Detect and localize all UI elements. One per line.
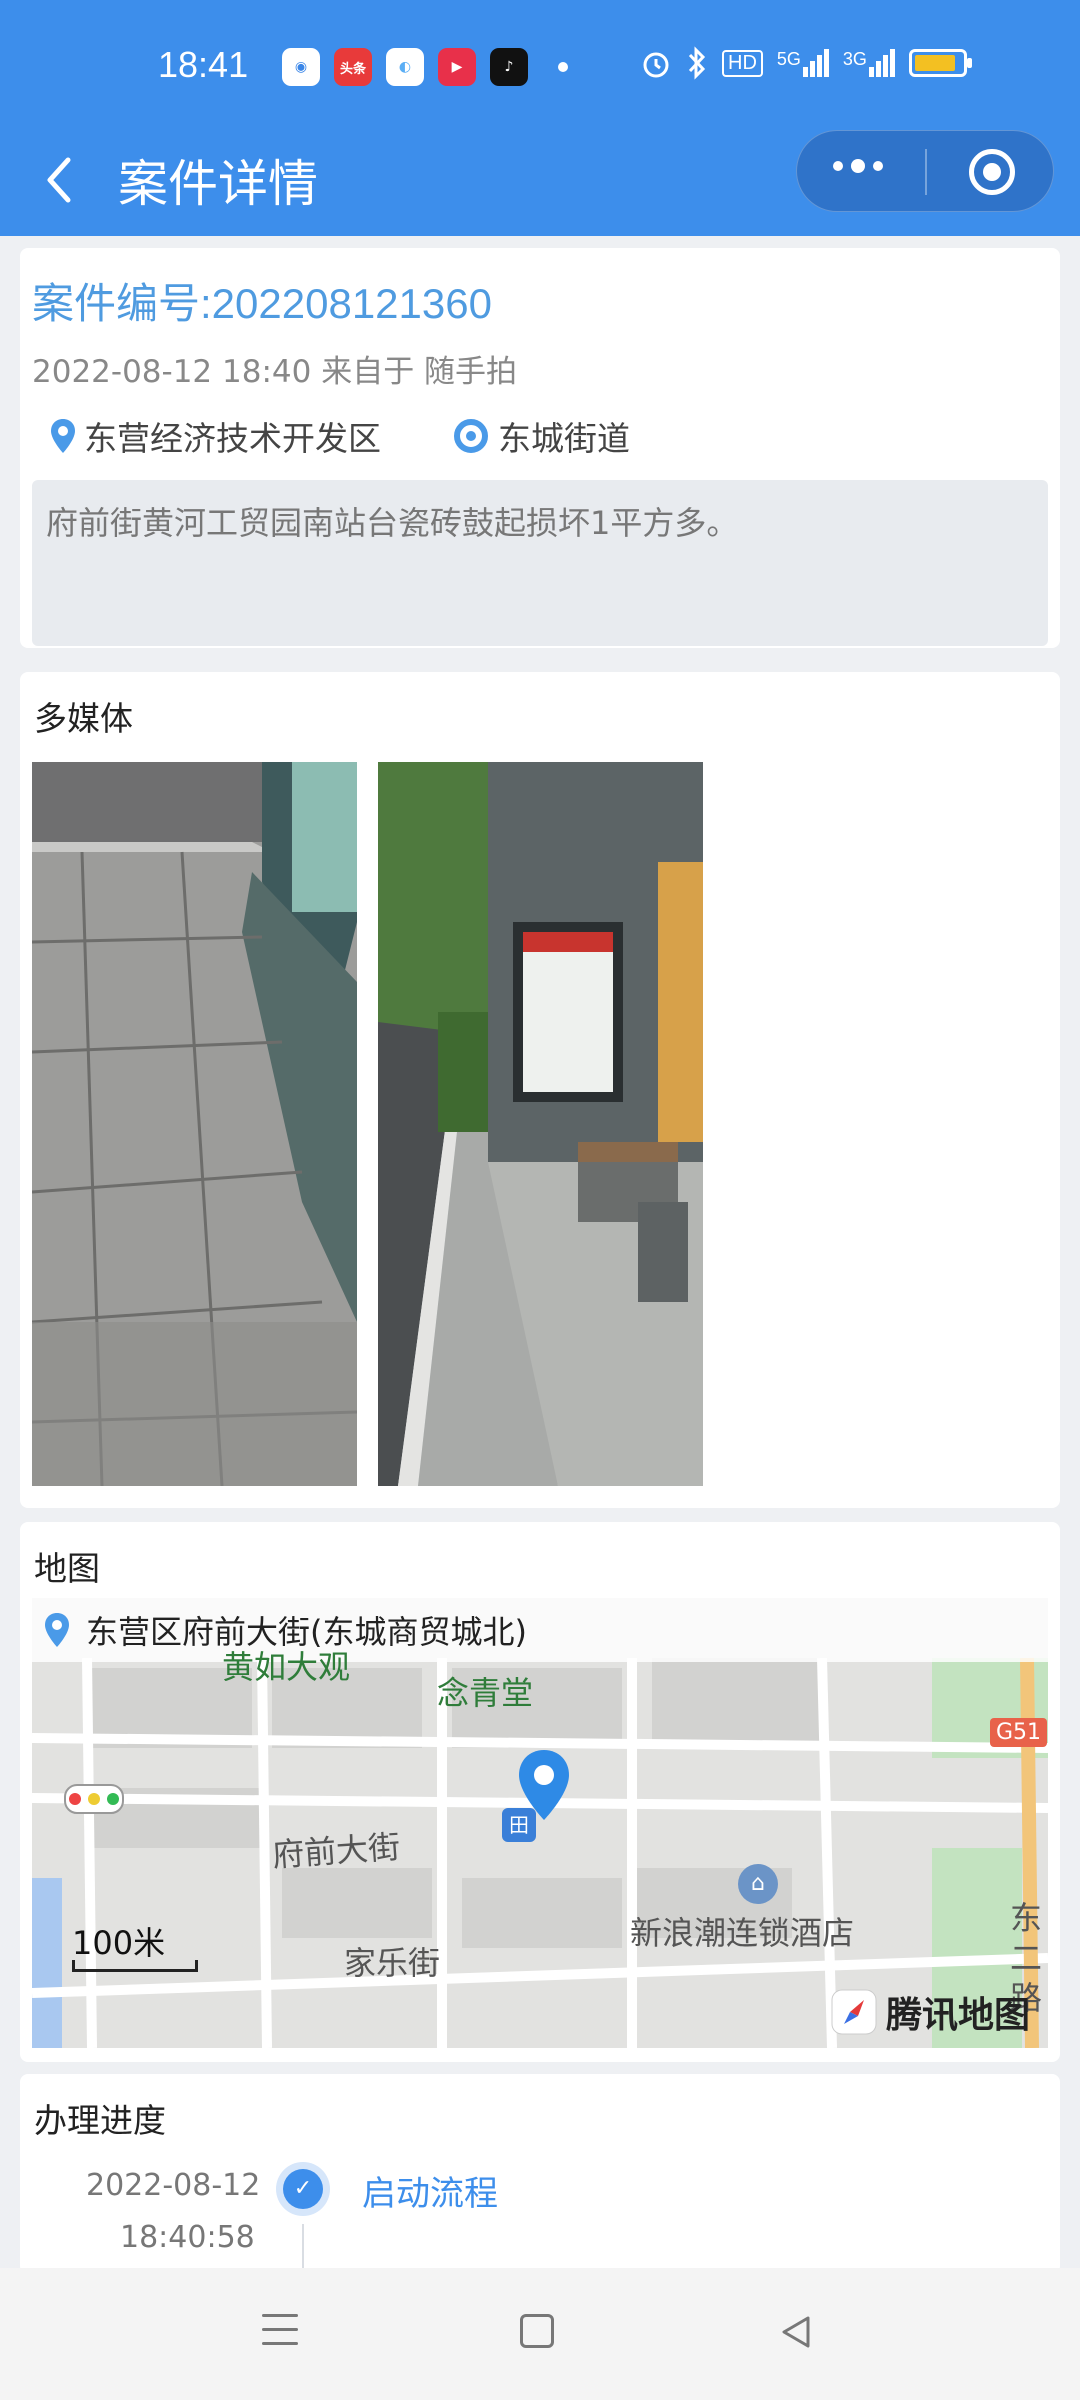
case-info-card: 案件编号:202208121360 2022-08-12 18:40 来自于 随… [20,248,1060,648]
notification-app-icons: ◉ 头条 ◐ ▶ ♪ [282,48,568,86]
battery-icon [908,49,972,77]
bus-stop-icon: 田 [502,1808,536,1842]
video-app-icon: ▶ [438,48,476,86]
map-section-title: 地图 [34,1549,100,1588]
browser-app-icon: ◐ [386,48,424,86]
status-time: 18:41 [158,44,249,85]
back-arrow-icon[interactable] [40,150,80,210]
nav-bar: 案件详情 [0,130,1080,236]
signal-3g-label: 3G [842,49,867,69]
map-label-nianqing: 念青堂 [437,1674,534,1712]
map-label-poi-1: 黄如大观 [222,1648,351,1686]
street-label: 东城街道 [498,419,630,458]
signal-5g-label: 5G [776,49,801,69]
hotel-icon: ⌂ [738,1864,778,1904]
case-meta: 2022-08-12 18:40 来自于 随手拍 [32,354,518,390]
page-title: 案件详情 [118,155,318,213]
case-description: 府前街黄河工贸园南站台瓷砖鼓起损坏1平方多。 [32,480,1048,646]
progress-card: 办理进度 2022-08-12 18:40:58 ✓ 启动流程 [20,2074,1060,2284]
highway-badge: G51 [990,1718,1048,1747]
step-date: 2022-08-12 [86,2168,261,2203]
status-bar: 18:41 ◉ 头条 ◐ ▶ ♪ HD 5G 3G [0,0,1080,130]
media-section-title: 多媒体 [34,699,133,738]
map-scale-bar [72,1960,198,1972]
bluetooth-icon [688,46,706,80]
damaged-paving-photo[interactable] [32,762,357,1486]
street-location: 东城街道 [454,412,630,460]
step-label: 启动流程 [362,2174,498,2214]
more-notifications-dot-icon [558,62,568,72]
alarm-icon [643,52,669,78]
network-hd-icon: HD [722,49,763,77]
system-navigation-bar [0,2268,1080,2400]
traffic-light-icon [64,1784,124,1814]
district-label: 东营经济技术开发区 [84,419,381,458]
map-address-bar: 东营区府前大街(东城商贸城北) [32,1598,1048,1662]
map-scale-label: 100米 [72,1924,166,1962]
more-options-icon[interactable] [833,159,883,173]
map-label-hotel: 新浪潮连锁酒店 [630,1914,855,1952]
signal-5g-icon: 5G [777,49,829,77]
signal-3g-icon: 3G [843,49,895,77]
capsule-divider [925,149,927,195]
step-check-icon: ✓ [276,2162,330,2216]
system-back-icon[interactable] [776,2312,816,2352]
step-time: 18:40:58 [120,2220,255,2255]
bus-stop-photo[interactable] [378,762,703,1486]
map-label-jiale-street: 家乐街 [344,1944,441,1982]
mini-program-capsule [796,130,1054,212]
street-location-icon [454,419,488,453]
map-pin-icon [45,1613,69,1647]
media-card: 多媒体 [20,672,1060,1508]
top-bar: 18:41 ◉ 头条 ◐ ▶ ♪ HD 5G 3G 案件详情 [0,0,1080,236]
location-pin-icon [51,419,75,453]
district-location: 东营经济技术开发区 [50,412,381,460]
tiktok-app-icon: ♪ [490,48,528,86]
close-mini-program-icon[interactable] [969,149,1015,195]
tracker-app-icon: ◉ [282,48,320,86]
map-label-fuqian-street: 府前大街 [270,1827,402,1875]
progress-section-title: 办理进度 [34,2101,166,2140]
system-icons: HD 5G 3G [640,46,972,80]
map-provider-logo: 腾讯地图 [830,1986,1030,2038]
toutiao-app-icon: 头条 [334,48,372,86]
map-card: 地图 东营区府前大街(东城商贸城北) 黄如大观 念青堂 府前大街 家乐街 新浪潮… [20,1522,1060,2062]
home-icon[interactable] [520,2314,554,2348]
compass-icon [831,1989,877,2035]
case-number: 案件编号:202208121360 [32,280,492,327]
recent-apps-icon[interactable] [262,2314,298,2350]
location-map[interactable]: 东营区府前大街(东城商贸城北) 黄如大观 念青堂 府前大街 家乐街 新浪潮连锁酒… [32,1598,1048,2048]
map-provider-name: 腾讯地图 [885,1995,1030,2036]
